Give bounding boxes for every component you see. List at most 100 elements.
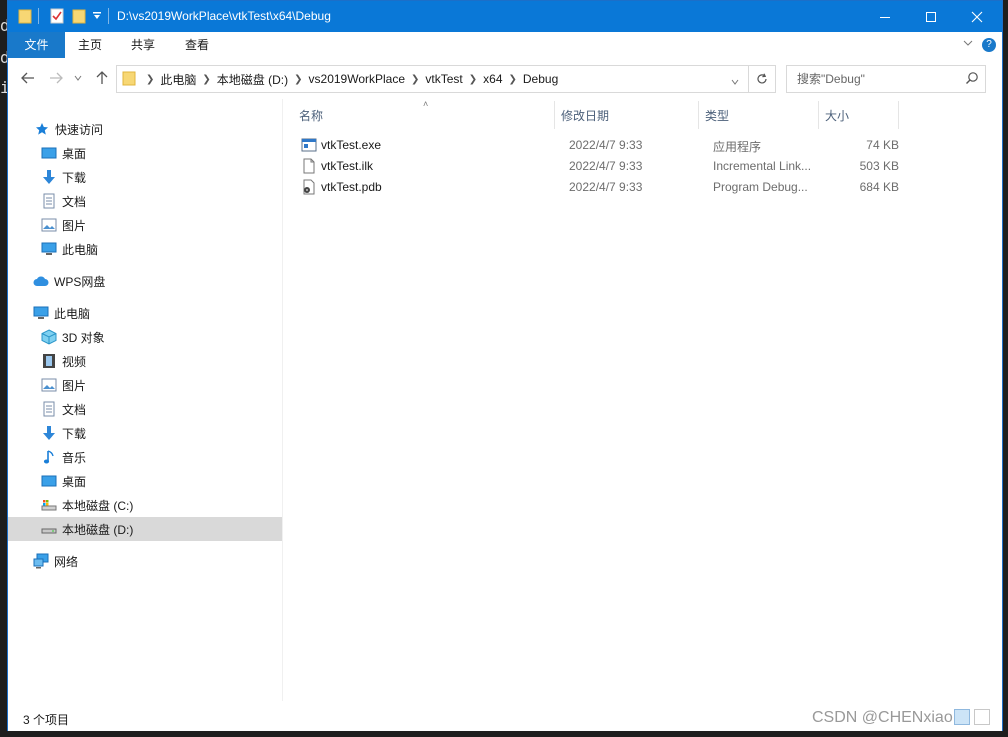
sidebar-item-label: 图片 xyxy=(62,378,87,393)
system-drive-icon xyxy=(40,496,58,514)
sidebar-item-desktop-pinned[interactable]: 桌面 xyxy=(8,141,312,165)
search-input[interactable] xyxy=(795,71,959,87)
sidebar-item-pictures-pinned[interactable]: 图片 xyxy=(8,213,312,237)
exe-icon xyxy=(301,137,317,153)
computer-icon xyxy=(40,240,58,258)
sidebar-item-label: 音乐 xyxy=(62,450,87,465)
recent-locations-chevron-icon[interactable] xyxy=(68,68,88,88)
file-type: Program Debug... xyxy=(713,180,808,194)
refresh-button[interactable] xyxy=(748,66,775,92)
help-icon[interactable]: ? xyxy=(982,38,996,52)
breadcrumb-vs2019workplace[interactable]: vs2019WorkPlace xyxy=(309,72,406,86)
sidebar-item-drive-c[interactable]: 本地磁盘 (C:) xyxy=(8,493,312,517)
forward-arrow-icon[interactable] xyxy=(46,68,66,88)
large-icons-view-button[interactable] xyxy=(974,709,990,725)
file-modified: 2022/4/7 9:33 xyxy=(569,159,643,173)
details-view-button[interactable] xyxy=(954,709,970,725)
file-size: 684 KB xyxy=(859,180,899,194)
document-icon xyxy=(40,400,58,418)
desktop-icon xyxy=(40,472,58,490)
table-row[interactable]: vtkTest.exe 2022/4/7 9:33 应用程序 74 KB xyxy=(299,135,899,156)
customize-quick-access-chevron-icon[interactable] xyxy=(92,7,102,25)
file-size: 74 KB xyxy=(866,138,899,152)
breadcrumb-drive-d[interactable]: 本地磁盘 (D:) xyxy=(217,71,288,88)
sidebar-item-label: 网络 xyxy=(54,554,79,569)
sidebar-item-videos[interactable]: 视频 xyxy=(8,349,312,373)
search-icon[interactable] xyxy=(965,71,979,88)
column-header-modified[interactable]: 修改日期 xyxy=(555,101,699,129)
sidebar-item-network[interactable]: 网络 xyxy=(8,549,304,573)
close-button[interactable] xyxy=(954,1,1000,32)
file-modified: 2022/4/7 9:33 xyxy=(569,138,643,152)
separator xyxy=(38,7,39,25)
minimize-button[interactable] xyxy=(862,1,908,32)
table-row[interactable]: vtkTest.ilk 2022/4/7 9:33 Incremental Li… xyxy=(299,156,899,177)
address-bar[interactable]: ❯ 此电脑 ❯ 本地磁盘 (D:) ❯ vs2019WorkPlace ❯ vt… xyxy=(116,65,776,93)
tab-home[interactable]: 主页 xyxy=(65,32,115,58)
column-header-size[interactable]: 大小 xyxy=(819,101,899,129)
sidebar-item-this-pc-pinned[interactable]: 此电脑 xyxy=(8,237,312,261)
download-arrow-icon xyxy=(40,168,58,186)
sidebar-item-quick-access[interactable]: 快速访问 xyxy=(8,117,305,141)
explorer-window: D:\vs2019WorkPlace\vtkTest\x64\Debug 文件 … xyxy=(7,0,1003,731)
file-list: ˄ 名称 修改日期 类型 大小 vtkTest.exe 2022/4/7 9:3… xyxy=(283,99,1002,701)
sidebar-item-label: 本地磁盘 (D:) xyxy=(62,522,134,537)
sidebar-item-desktop[interactable]: 桌面 xyxy=(8,469,312,493)
star-icon xyxy=(33,120,51,138)
chevron-right-icon[interactable]: ❯ xyxy=(469,74,477,85)
film-icon xyxy=(40,352,58,370)
sidebar-item-label: 桌面 xyxy=(62,146,87,161)
sidebar-item-this-pc[interactable]: 此电脑 xyxy=(8,301,304,325)
sidebar-item-label: 此电脑 xyxy=(54,306,91,321)
column-header-type[interactable]: 类型 xyxy=(699,101,819,129)
search-box[interactable] xyxy=(786,65,986,93)
address-dropdown-chevron-icon[interactable] xyxy=(731,74,739,88)
sidebar-item-documents[interactable]: 文档 xyxy=(8,397,312,421)
sidebar-item-drive-d[interactable]: 本地磁盘 (D:) xyxy=(8,517,312,541)
cube-icon xyxy=(40,328,58,346)
tab-file[interactable]: 文件 xyxy=(8,32,65,58)
chevron-right-icon[interactable]: ❯ xyxy=(411,74,419,85)
desktop-icon xyxy=(40,144,58,162)
sidebar-item-wps-cloud[interactable]: WPS网盘 xyxy=(8,269,304,293)
chevron-right-icon[interactable]: ❯ xyxy=(294,74,302,85)
music-note-icon xyxy=(40,448,58,466)
sidebar-item-3d-objects[interactable]: 3D 对象 xyxy=(8,325,312,349)
breadcrumb-this-pc[interactable]: 此电脑 xyxy=(160,71,196,88)
up-arrow-icon[interactable] xyxy=(92,68,112,88)
sidebar-item-label: 快速访问 xyxy=(55,122,104,137)
breadcrumb-debug[interactable]: Debug xyxy=(523,72,558,86)
sidebar-item-pictures[interactable]: 图片 xyxy=(8,373,312,397)
file-size: 503 KB xyxy=(859,159,899,173)
sidebar-item-label: 下载 xyxy=(62,426,87,441)
sidebar-item-label: 下载 xyxy=(62,170,87,185)
network-icon xyxy=(32,552,50,570)
new-folder-icon[interactable] xyxy=(72,7,86,25)
separator xyxy=(108,7,109,25)
chevron-right-icon[interactable]: ❯ xyxy=(509,74,517,85)
maximize-button[interactable] xyxy=(908,1,954,32)
sidebar-item-label: WPS网盘 xyxy=(54,274,106,289)
tab-share[interactable]: 共享 xyxy=(118,32,168,58)
breadcrumb-x64[interactable]: x64 xyxy=(483,72,502,86)
expand-ribbon-chevron-icon[interactable] xyxy=(963,37,973,51)
sidebar-item-documents-pinned[interactable]: 文档 xyxy=(8,189,312,213)
breadcrumb-vtktest[interactable]: vtkTest xyxy=(425,72,462,86)
sidebar-item-downloads[interactable]: 下载 xyxy=(8,421,312,445)
watermark-text: CSDN @CHENxiao xyxy=(812,709,953,726)
chevron-right-icon[interactable]: ❯ xyxy=(146,74,154,85)
sidebar-item-label: 视频 xyxy=(62,354,87,369)
sidebar-item-music[interactable]: 音乐 xyxy=(8,445,312,469)
properties-icon[interactable] xyxy=(50,7,64,25)
file-icon xyxy=(301,158,317,174)
picture-icon xyxy=(40,376,58,394)
file-type: Incremental Link... xyxy=(713,159,812,173)
table-row[interactable]: vtkTest.pdb 2022/4/7 9:33 Program Debug.… xyxy=(299,177,899,198)
column-header-name[interactable]: 名称 xyxy=(293,101,555,129)
back-arrow-icon[interactable] xyxy=(18,68,38,88)
chevron-right-icon[interactable]: ❯ xyxy=(202,74,210,85)
title-bar: D:\vs2019WorkPlace\vtkTest\x64\Debug xyxy=(8,1,1002,32)
file-modified: 2022/4/7 9:33 xyxy=(569,180,643,194)
sidebar-item-downloads-pinned[interactable]: 下载 xyxy=(8,165,312,189)
tab-view[interactable]: 查看 xyxy=(172,32,222,58)
